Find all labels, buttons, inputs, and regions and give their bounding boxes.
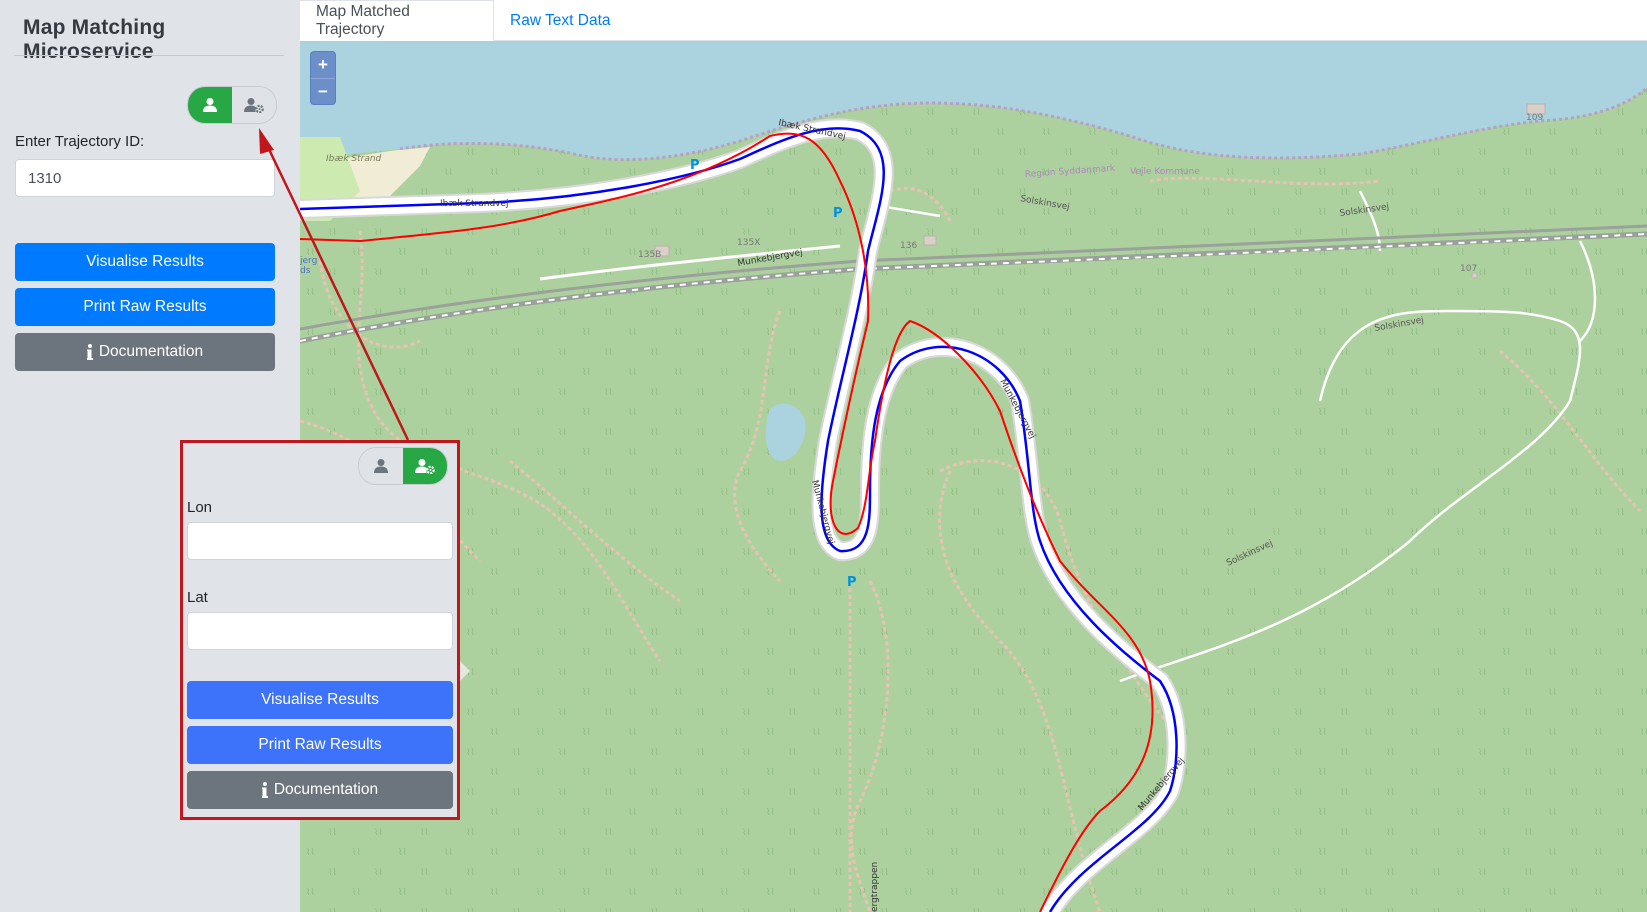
user-icon [203, 98, 217, 112]
ibaek-strand-label: Ibæk Strand [326, 154, 382, 164]
lat-label: Lat [187, 589, 208, 606]
forest-area [300, 41, 1647, 912]
user-cog-icon [415, 459, 435, 474]
parking-icon-1: P [690, 158, 700, 173]
tab-map-matched-trajectory-label: Map Matched Trajectory [316, 2, 410, 38]
inset-visualise-results-label: Visualise Results [261, 691, 379, 708]
inset-visualise-results-button[interactable]: Visualise Results [187, 681, 453, 719]
info-icon [261, 782, 268, 798]
ibaek-strandvej-label-1: Ibæk Strandvej [440, 199, 509, 209]
trajectory-mode-button[interactable] [188, 87, 232, 123]
kommune-label: Vejle Kommune [1130, 167, 1200, 177]
house-107-label: 107 [1460, 264, 1477, 274]
documentation-button[interactable]: Documentation [15, 333, 275, 371]
lon-input[interactable] [187, 522, 453, 560]
user-icon [374, 459, 388, 473]
map-view[interactable]: ⌇⌇ ⌇⌇ [300, 41, 1647, 912]
mode-toggle [187, 86, 277, 124]
inset-coordinate-mode-button[interactable] [403, 448, 447, 484]
tab-map-matched-trajectory[interactable]: Map Matched Trajectory [299, 0, 494, 41]
tab-bar: Map Matched Trajectory Raw Text Data [299, 0, 1647, 41]
print-raw-results-label: Print Raw Results [83, 298, 207, 315]
trajectory-id-label: Enter Trajectory ID: [15, 133, 145, 150]
inset-documentation-label: Documentation [273, 781, 379, 798]
zoom-out-button[interactable]: − [311, 78, 335, 104]
house-135b-label: 135B [638, 250, 661, 260]
user-cog-icon [244, 98, 264, 113]
visualise-results-label: Visualise Results [86, 253, 204, 270]
inset-mode-toggle [358, 447, 448, 485]
visualise-results-button[interactable]: Visualise Results [15, 243, 275, 281]
coordinate-mode-inset: Lon Lat Visualise Results Print Raw Resu… [180, 440, 460, 820]
zoom-control: + − [310, 51, 336, 105]
lon-label: Lon [187, 499, 213, 516]
trajectory-id-input[interactable] [15, 159, 275, 197]
documentation-label: Documentation [98, 343, 204, 360]
print-raw-results-button[interactable]: Print Raw Results [15, 288, 275, 326]
map-canvas[interactable]: ⌇⌇ ⌇⌇ [300, 41, 1647, 912]
house-135x-label: 135X [737, 238, 760, 248]
tab-raw-text-data-label: Raw Text Data [510, 11, 611, 29]
tab-raw-text-data[interactable]: Raw Text Data [494, 0, 627, 41]
title-divider [14, 55, 284, 56]
parking-icon-2: P [833, 206, 843, 221]
trappen-label: ergtrappen [870, 862, 880, 912]
erg-label: jerg [300, 256, 317, 266]
inset-trajectory-mode-button[interactable] [359, 448, 403, 484]
house-109-label: 109 [1526, 113, 1543, 123]
inset-print-raw-results-button[interactable]: Print Raw Results [187, 726, 453, 764]
inset-documentation-button[interactable]: Documentation [187, 771, 453, 809]
inset-print-raw-results-label: Print Raw Results [258, 736, 382, 753]
zoom-in-button[interactable]: + [311, 52, 335, 78]
house-136-label: 136 [900, 241, 917, 251]
lat-input[interactable] [187, 612, 453, 650]
coordinate-mode-button[interactable] [232, 87, 276, 123]
parking-icon-3: P [847, 575, 857, 590]
info-icon [86, 344, 93, 360]
ds-label: ds [300, 266, 311, 276]
app-title: Map Matching Microservice [23, 16, 166, 63]
